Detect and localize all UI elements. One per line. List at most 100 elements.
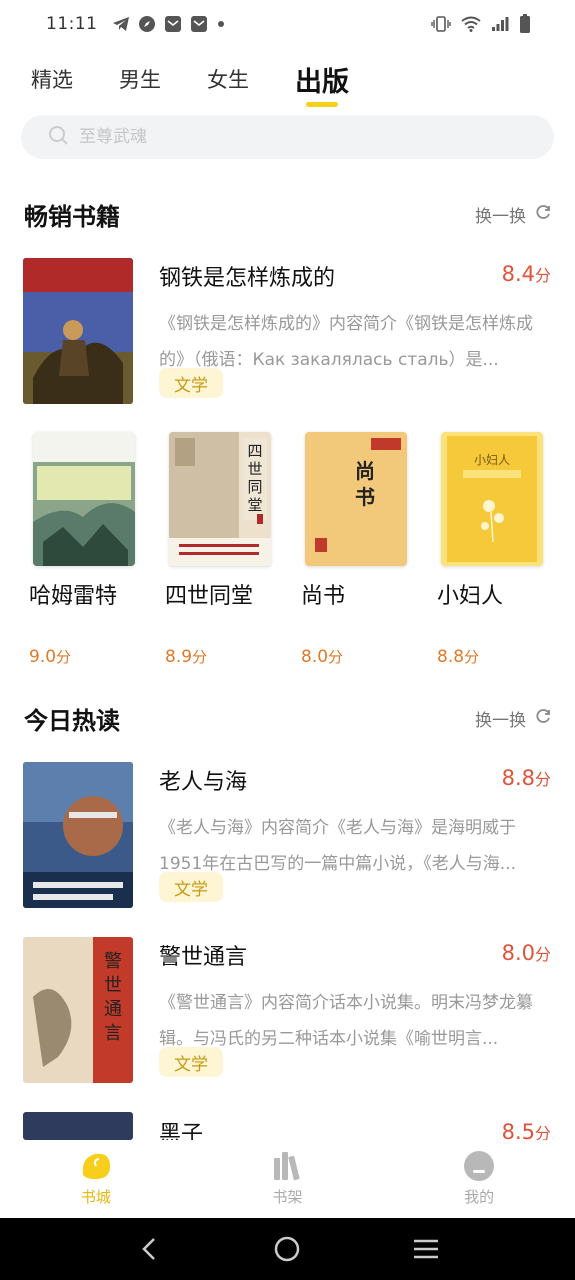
hot-book[interactable]: 警 世 通 言 警世通言 8.0分 《警世通言》内容简介话本小说集。明末冯梦龙纂… — [23, 937, 553, 1083]
score-value: 8.4 — [501, 262, 535, 286]
svg-text:尚: 尚 — [355, 459, 375, 483]
book-cover[interactable] — [23, 762, 133, 908]
score-value: 8.5 — [501, 1120, 535, 1140]
book-score: 8.0分 — [502, 941, 551, 965]
book-info: 警世通言 8.0分 《警世通言》内容简介话本小说集。明末冯梦龙纂辑。与冯氏的另二… — [159, 937, 553, 1083]
category-tabs: 精选 男生 女生 出版 — [0, 56, 575, 107]
refresh-label: 换一换 — [475, 710, 526, 731]
book-score: 8.9分 — [165, 646, 275, 667]
hot-book[interactable]: 老人与海 8.8分 《老人与海》内容简介《老人与海》是海明威于1951年在古巴写… — [23, 762, 553, 908]
svg-text:四: 四 — [247, 442, 262, 460]
book-score: 8.8分 — [437, 646, 547, 667]
section-title: 畅销书籍 — [24, 202, 120, 231]
bestseller-grid: 哈姆雷特 9.0分 四 世 同 堂 四世同堂 8.9分 尚 书 尚书 8.0分 … — [0, 432, 575, 672]
book-cover[interactable]: 尚 书 — [305, 432, 407, 566]
book-score: 8.0分 — [301, 646, 411, 667]
back-button[interactable] — [129, 1229, 169, 1269]
book-info: 黑子 8.5分 — [159, 1112, 553, 1140]
status-time: 11:11 — [46, 14, 98, 34]
grid-book[interactable]: 小妇人 小妇人 8.8分 — [437, 432, 547, 667]
book-title: 小妇人 — [437, 584, 504, 609]
section-title: 今日热读 — [24, 706, 120, 735]
book-cover[interactable] — [23, 258, 133, 404]
refresh-label: 换一换 — [475, 206, 526, 227]
tab-female[interactable]: 女生 — [207, 56, 249, 94]
mail-icon — [164, 15, 182, 33]
score-value: 8.8 — [437, 647, 465, 667]
book-info: 钢铁是怎样炼成的 8.4分 《钢铁是怎样炼成的》内容简介《钢铁是怎样炼成的》（俄… — [159, 258, 553, 404]
tab-male[interactable]: 男生 — [119, 56, 161, 94]
book-title: 四世同堂 — [165, 584, 254, 609]
score-unit: 分 — [192, 648, 208, 666]
svg-text:通: 通 — [104, 999, 122, 1020]
svg-text:警: 警 — [104, 951, 122, 972]
book-info: 老人与海 8.8分 《老人与海》内容简介《老人与海》是海明威于1951年在古巴写… — [159, 762, 553, 908]
book-title[interactable]: 老人与海 — [159, 764, 247, 796]
today-hot-header: 今日热读 换一换 — [24, 698, 552, 738]
score-unit: 分 — [56, 648, 72, 666]
vibrate-icon — [431, 16, 451, 32]
book-cover[interactable] — [23, 1112, 133, 1140]
system-navigation-bar — [0, 1218, 575, 1280]
nav-label: 书城 — [80, 1188, 111, 1206]
bookstore-icon — [79, 1150, 113, 1182]
book-cover[interactable]: 警 世 通 言 — [23, 937, 133, 1083]
svg-text:世: 世 — [247, 460, 262, 478]
signal-icon — [491, 16, 509, 32]
refresh-icon — [534, 707, 552, 730]
svg-text:书: 书 — [355, 485, 375, 509]
profile-icon — [462, 1150, 496, 1182]
telegram-icon — [112, 16, 130, 32]
book-description: 《钢铁是怎样炼成的》内容简介《钢铁是怎样炼成的》（俄语：Как закаляла… — [159, 314, 533, 370]
bookshelf-icon — [271, 1150, 305, 1182]
book-cover[interactable] — [33, 432, 135, 566]
hot-book[interactable]: 黑子 8.5分 — [23, 1112, 553, 1140]
genre-tag[interactable]: 文学 — [159, 872, 223, 902]
refresh-button[interactable]: 换一换 — [475, 706, 552, 731]
book-title: 尚书 — [301, 584, 346, 609]
book-title: 哈姆雷特 — [29, 584, 118, 609]
bottom-navigation: 书城 书架 我的 — [0, 1140, 575, 1218]
svg-text:堂: 堂 — [247, 496, 262, 514]
search-input[interactable] — [79, 127, 479, 147]
bestsellers-header: 畅销书籍 换一换 — [24, 194, 552, 234]
book-description: 《老人与海》内容简介《老人与海》是海明威于1951年在古巴写的一篇中篇小说，《老… — [159, 818, 516, 874]
score-value: 8.0 — [501, 941, 535, 965]
book-score: 8.5分 — [502, 1120, 551, 1140]
book-score: 9.0分 — [29, 646, 139, 667]
grid-book[interactable]: 四 世 同 堂 四世同堂 8.9分 — [165, 432, 275, 667]
score-unit: 分 — [534, 945, 551, 964]
dot-icon — [216, 19, 226, 29]
book-cover[interactable]: 四 世 同 堂 — [169, 432, 271, 566]
recents-button[interactable] — [406, 1229, 446, 1269]
book-title[interactable]: 警世通言 — [159, 939, 247, 971]
book-title[interactable]: 黑子 — [159, 1116, 203, 1140]
home-button[interactable] — [267, 1229, 307, 1269]
nav-bookshelf[interactable]: 书架 — [192, 1140, 384, 1218]
search-icon — [47, 124, 69, 150]
score-value: 8.9 — [165, 647, 193, 667]
svg-text:世: 世 — [104, 975, 122, 996]
book-cover[interactable]: 小妇人 — [441, 432, 543, 566]
genre-tag[interactable]: 文学 — [159, 368, 223, 398]
genre-tag[interactable]: 文学 — [159, 1047, 223, 1077]
refresh-button[interactable]: 换一换 — [475, 202, 552, 227]
book-score: 8.4分 — [502, 262, 551, 286]
book-title[interactable]: 钢铁是怎样炼成的 — [159, 260, 335, 292]
tab-featured[interactable]: 精选 — [31, 56, 73, 94]
score-unit: 分 — [534, 770, 551, 789]
wifi-icon — [461, 16, 481, 32]
search-bar[interactable] — [21, 115, 554, 159]
nav-bookstore[interactable]: 书城 — [0, 1140, 192, 1218]
tab-publish[interactable]: 出版 — [295, 56, 349, 107]
mail-icon-2 — [190, 15, 208, 33]
notification-icons — [112, 15, 226, 33]
featured-book[interactable]: 钢铁是怎样炼成的 8.4分 《钢铁是怎样炼成的》内容简介《钢铁是怎样炼成的》（俄… — [23, 258, 553, 404]
grid-book[interactable]: 哈姆雷特 9.0分 — [29, 432, 139, 667]
nav-profile[interactable]: 我的 — [383, 1140, 575, 1218]
grid-book[interactable]: 尚 书 尚书 8.0分 — [301, 432, 411, 667]
score-value: 8.8 — [501, 766, 535, 790]
score-unit: 分 — [534, 1124, 551, 1140]
score-unit: 分 — [534, 266, 551, 285]
battery-icon — [519, 14, 531, 34]
